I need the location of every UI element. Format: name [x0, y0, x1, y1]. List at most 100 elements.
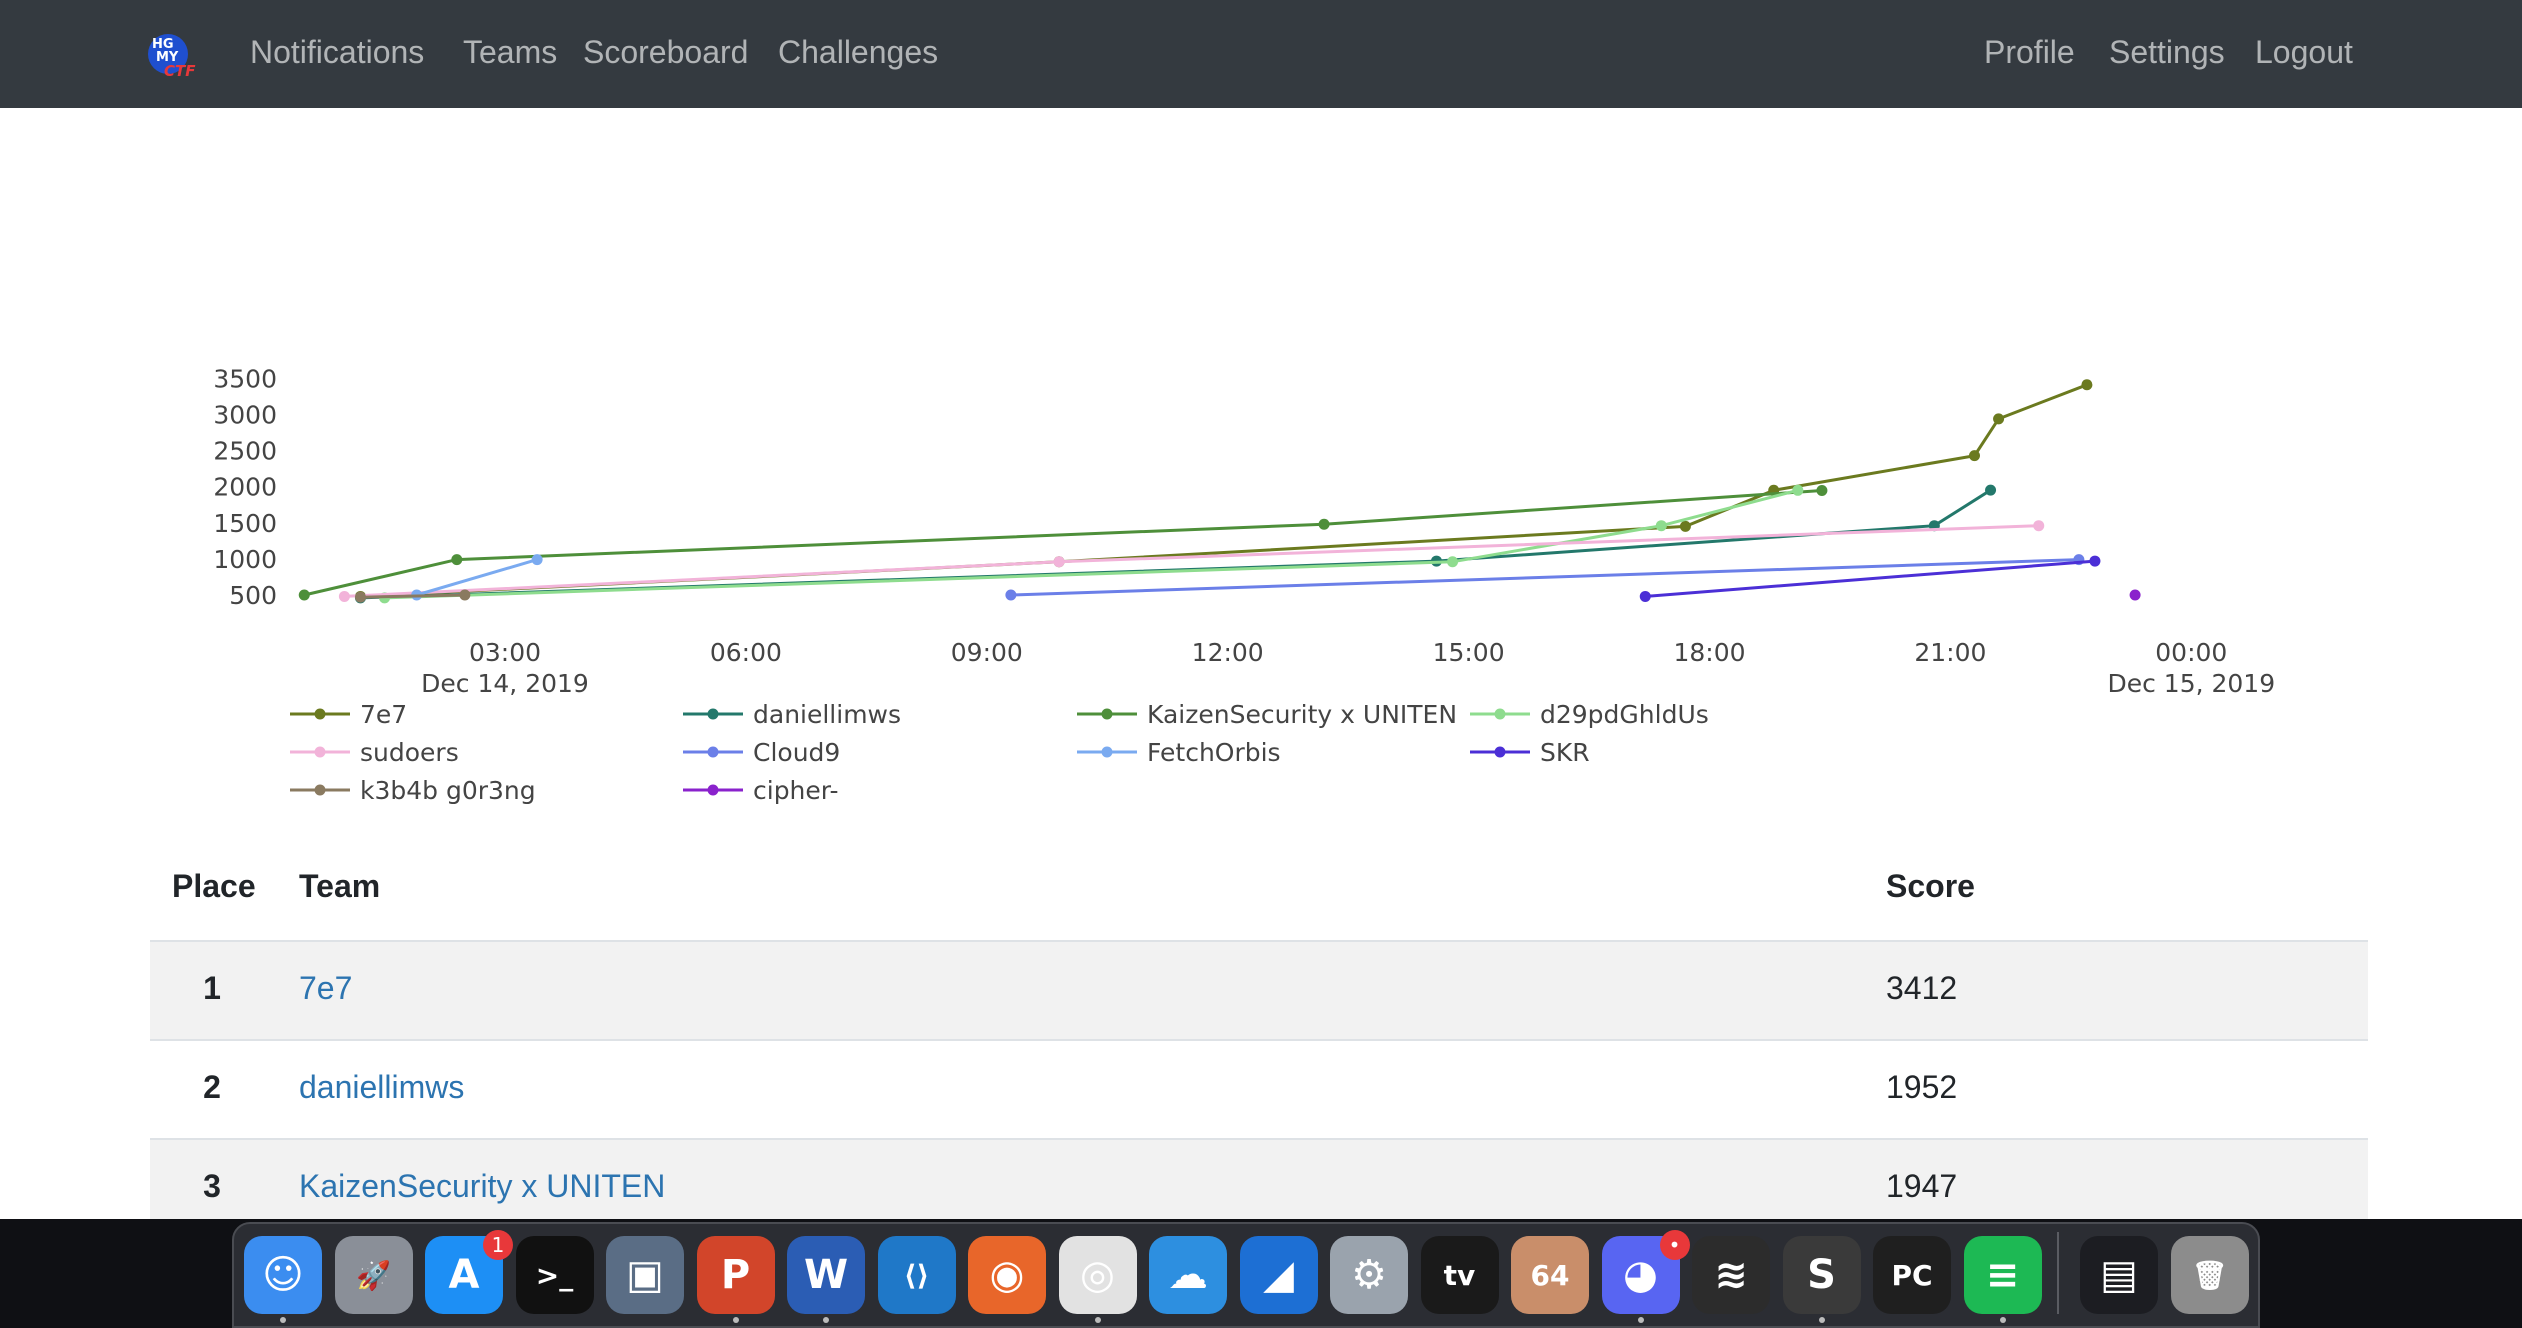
table-row: 2 daniellimws 1952 [150, 1041, 2368, 1140]
table-header: Place Team Score [150, 846, 2368, 942]
legend-marker [1494, 746, 1506, 758]
x-tick-label: 18:00 [1673, 638, 1745, 667]
legend-label: 7e7 [360, 700, 407, 729]
legend-label: FetchOrbis [1147, 738, 1281, 767]
launchpad-icon[interactable]: 🚀 [334, 1236, 413, 1314]
data-point [531, 554, 543, 566]
team-link[interactable]: daniellimws [299, 1069, 464, 1106]
nav-settings[interactable]: Settings [2109, 28, 2225, 76]
legend-label: d29pdGhldUs [1540, 700, 1709, 729]
y-tick-label: 500 [229, 581, 277, 610]
legend-marker [1101, 708, 1113, 720]
terminal-icon[interactable]: >_ [515, 1236, 594, 1314]
place-cell: 2 [203, 1069, 221, 1105]
running-indicator [280, 1317, 286, 1323]
legend-marker [707, 708, 719, 720]
dock-separator [2057, 1232, 2059, 1314]
legend-label: cipher- [753, 776, 839, 805]
chrome-icon[interactable]: ◎ [1058, 1236, 1137, 1314]
legend-marker [314, 784, 326, 796]
system-preferences-icon[interactable]: ⚙ [1330, 1236, 1408, 1314]
table-row: 1 7e7 3412 [150, 942, 2368, 1041]
word-icon[interactable]: W [787, 1236, 865, 1314]
trash-icon[interactable]: 🗑 [2170, 1236, 2249, 1314]
header-place: Place [172, 868, 256, 904]
series-line [1010, 558, 2079, 597]
x-tick-sublabel: Dec 15, 2019 [2107, 669, 2275, 698]
running-indicator [1637, 1317, 1644, 1323]
data-point [1985, 484, 1997, 496]
nav-logout[interactable]: Logout [2255, 28, 2353, 76]
team-link[interactable]: KaizenSecurity x UNITEN [299, 1168, 665, 1205]
nav-teams[interactable]: Teams [463, 28, 557, 76]
data-point [1993, 413, 2005, 425]
notification-badge: • [1659, 1230, 1690, 1260]
place-cell: 3 [203, 1168, 221, 1204]
sublime-text-icon[interactable]: S [1782, 1236, 1861, 1314]
data-point [298, 589, 310, 601]
running-indicator [1818, 1317, 1825, 1323]
finder-icon[interactable]: ☺ [244, 1236, 322, 1314]
data-point [2033, 520, 2045, 532]
series-line [360, 383, 2088, 598]
portrait-app-icon[interactable]: 64 [1511, 1236, 1589, 1314]
legend-marker [707, 746, 719, 758]
x-tick-label: 15:00 [1433, 638, 1505, 667]
data-point [354, 591, 366, 603]
data-point [1053, 556, 1065, 568]
nav-notifications[interactable]: Notifications [250, 28, 424, 76]
cloud-app-icon[interactable]: ☁ [1149, 1236, 1227, 1314]
x-tick-label: 21:00 [1914, 638, 1986, 667]
y-tick-label: 3000 [213, 401, 277, 430]
data-point [451, 554, 463, 566]
top-navbar: HG MY CTF Notifications Teams Scoreboard… [0, 0, 2522, 108]
nav-profile[interactable]: Profile [1984, 28, 2075, 76]
x-tick-label: 03:00 [469, 638, 541, 667]
score-cell: 1952 [1886, 1069, 1958, 1105]
y-tick-label: 1500 [213, 509, 277, 538]
stacked-layers-icon[interactable]: ≋ [1692, 1236, 1770, 1314]
legend-label: KaizenSecurity x UNITEN [1147, 700, 1457, 729]
vscode-icon[interactable]: ⟨⟩ [877, 1236, 956, 1314]
data-point [1639, 590, 1651, 602]
y-tick-label: 3500 [213, 364, 277, 393]
ctf-logo-icon[interactable]: HG MY CTF [146, 30, 204, 82]
x-tick-sublabel: Dec 14, 2019 [421, 669, 589, 698]
nav-scoreboard[interactable]: Scoreboard [583, 28, 748, 76]
legend-marker [707, 784, 719, 796]
svg-text:CTF: CTF [164, 62, 196, 80]
score-over-time-chart: 500 1000 1500 2000 2500 3000 3500 03:00Dec 14, … [213, 364, 2275, 805]
y-tick-label: 2500 [213, 437, 277, 466]
x-tick-label: 12:00 [1192, 638, 1264, 667]
score-cell: 1947 [1886, 1168, 1958, 1204]
scoreboard-table: Place Team Score 1 7e7 3412 2 daniellimw… [150, 846, 2368, 1239]
legend-marker [1494, 708, 1506, 720]
running-indicator [823, 1317, 829, 1323]
series-line [360, 488, 1992, 600]
apple-tv-icon[interactable]: tv [1420, 1236, 1499, 1314]
recent-window-icon[interactable]: ▤ [2080, 1236, 2158, 1314]
data-point [1005, 589, 1017, 601]
running-indicator [732, 1317, 739, 1323]
x-tick-label: 06:00 [710, 638, 782, 667]
data-point [1447, 556, 1459, 568]
legend-label: SKR [1540, 738, 1590, 767]
legend-label: k3b4b g0r3ng [360, 776, 536, 805]
team-link[interactable]: 7e7 [299, 970, 352, 1007]
legend-label: Cloud9 [753, 738, 840, 767]
data-point [1655, 520, 1667, 532]
data-point [2129, 589, 2141, 601]
notification-badge: 1 [483, 1230, 513, 1260]
running-indicator [1999, 1317, 2006, 1323]
nav-challenges[interactable]: Challenges [778, 28, 938, 76]
wireshark-icon[interactable]: ◢ [1239, 1236, 1318, 1314]
virtualbox-icon[interactable]: ▣ [606, 1236, 684, 1314]
powerpoint-icon[interactable]: P [696, 1236, 775, 1314]
header-team: Team [299, 868, 381, 904]
x-tick-label: 09:00 [951, 638, 1023, 667]
spotify-icon[interactable]: ≡ [1963, 1236, 2042, 1314]
data-point [2089, 555, 2101, 567]
pycharm-icon[interactable]: PC [1873, 1236, 1951, 1314]
data-point [1816, 485, 1828, 497]
firefox-icon[interactable]: ◉ [968, 1236, 1046, 1314]
